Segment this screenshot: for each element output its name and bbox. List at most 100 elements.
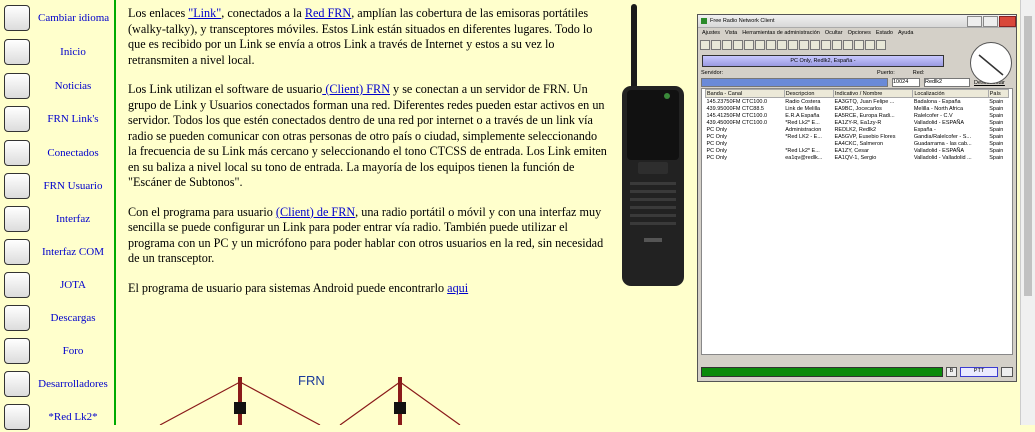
- table-row[interactable]: PC Only EA4CKC, Salmeron Guadarrama - las …: [706, 140, 1009, 147]
- sidebar-item-11[interactable]: Foro: [4, 336, 112, 366]
- table-row[interactable]: 439.45000FM CTC100.0 *Red Lk2* E... EA1ZY-…: [706, 119, 1009, 126]
- table-cell: Spain: [989, 119, 1004, 126]
- sidebar-item-13[interactable]: *Red Lk2*: [4, 402, 112, 432]
- ptt-button[interactable]: PTT: [960, 366, 998, 377]
- table-row[interactable]: PC Only *Red Lk2* E... EA1ZY, Cesar Vallado…: [706, 147, 1009, 154]
- sidebar-item-1[interactable]: Cambiar idioma: [4, 3, 112, 33]
- paragraph-android: El programa de usuario para sistemas And…: [128, 280, 469, 295]
- client-menu-item[interactable]: Ayuda: [898, 30, 914, 36]
- tb-icon-4[interactable]: [733, 40, 743, 50]
- connection-status: PC Only, Redlk2, España -: [790, 58, 856, 64]
- page-scrollbar[interactable]: [1020, 0, 1035, 425]
- table-cell: Valladolid - ESPAÑA: [913, 119, 965, 126]
- table-cell: EA3GTQ, Juan Felipe ...: [834, 98, 895, 105]
- tb-icon-5[interactable]: [744, 40, 754, 50]
- sidebar-item-3[interactable]: Noticias: [4, 71, 112, 101]
- sidebar-item-label: Cambiar idioma: [38, 12, 110, 24]
- port-field[interactable]: 10024: [892, 78, 920, 87]
- table-cell: Spain: [989, 140, 1004, 147]
- table-row[interactable]: 145.23750FM CTC100.0 Radio Costera EA3GTQ,…: [706, 98, 1009, 106]
- table-cell: Spain: [989, 98, 1004, 105]
- android-aqui-link[interactable]: aqui: [447, 281, 468, 295]
- tb-icon-16[interactable]: [865, 40, 875, 50]
- net-select[interactable]: Redlk2: [924, 78, 970, 87]
- users-icon: [4, 173, 30, 199]
- table-cell: *Red Lk2* E...: [785, 119, 820, 126]
- tb-icon-3[interactable]: [722, 40, 732, 50]
- server-row: Servidor: Puerto: Red:: [698, 69, 1016, 77]
- table-cell: EA4CKC, Salmeron: [834, 140, 884, 147]
- sidebar-item-7[interactable]: Interfaz: [4, 204, 112, 234]
- tb-close-x-icon[interactable]: [876, 40, 886, 50]
- tb-icon-12[interactable]: [821, 40, 831, 50]
- sidebar-item-5[interactable]: Conectados: [4, 138, 112, 168]
- tb-icon-15[interactable]: [854, 40, 864, 50]
- sidebar-item-12[interactable]: Desarrolladores: [4, 369, 112, 399]
- close-icon[interactable]: [999, 15, 1016, 27]
- tb-icon-11[interactable]: [810, 40, 820, 50]
- sidebar-item-label: FRN Link's: [47, 113, 99, 125]
- tb-icon-13[interactable]: [832, 40, 842, 50]
- table-row[interactable]: 439.95000FM CTC88.5 Link de Melilla EA9BC,…: [706, 105, 1009, 112]
- diagram-frn-label: FRN: [298, 373, 325, 388]
- house-left: [159, 377, 321, 425]
- table-cell: *Red Lk2* E...: [785, 147, 820, 154]
- sidebar-item-2[interactable]: Inicio: [4, 37, 112, 67]
- sidebar-item-8[interactable]: Interfaz COM: [4, 237, 112, 267]
- sidebar-item-9[interactable]: JOTA: [4, 270, 112, 300]
- column-header[interactable]: Localización: [912, 89, 989, 98]
- tb-icon-1[interactable]: [700, 40, 710, 50]
- table-cell: EA5RCE, Europa Radi...: [834, 112, 895, 119]
- port-label: Puerto:: [877, 70, 895, 76]
- client-menu-item[interactable]: Herramientas de administración: [742, 30, 820, 36]
- client-menu-item[interactable]: Estado: [876, 30, 893, 36]
- table-row[interactable]: 145.41250FM CTC100.0 E.R.A España EA5RCE, …: [706, 112, 1009, 119]
- client-menu-item[interactable]: Ocultar: [825, 30, 843, 36]
- table-cell: Valladolid - Valladolid ...: [913, 154, 972, 161]
- link-link[interactable]: "Link": [188, 6, 221, 20]
- client-menubar: Ajustes Vista Herramientas de administraci…: [698, 28, 1016, 37]
- column-header[interactable]: Indicativo / Nombre: [832, 89, 914, 98]
- tb-icon-7[interactable]: [766, 40, 776, 50]
- client-de-frn-link[interactable]: (Client) de FRN: [276, 205, 355, 219]
- client-menu-item[interactable]: Opciones: [848, 30, 871, 36]
- table-cell: EA1ZY, Cesar: [834, 147, 869, 154]
- sidebar-item-4[interactable]: FRN Link's: [4, 104, 112, 134]
- client-menu-item[interactable]: Ajustes: [702, 30, 720, 36]
- b-button[interactable]: B: [946, 366, 957, 377]
- red-frn-link[interactable]: Red FRN: [305, 6, 351, 20]
- table-cell: Spain: [989, 126, 1004, 133]
- sidebar-item-label: Conectados: [47, 147, 99, 159]
- maximize-icon[interactable]: [983, 15, 998, 27]
- sidebar-item-6[interactable]: FRN Usuario: [4, 171, 112, 201]
- table-row[interactable]: PC Only Administracion REDLK2, Redlk2 Españ…: [706, 126, 1009, 133]
- sidebar-item-10[interactable]: Descargas: [4, 303, 112, 333]
- tb-icon-14[interactable]: [843, 40, 853, 50]
- table-cell: Ralelcofer - C.V: [913, 112, 953, 119]
- tb-icon-8[interactable]: [777, 40, 787, 50]
- column-header[interactable]: País: [987, 89, 1010, 98]
- column-header[interactable]: Descripcion: [783, 89, 834, 98]
- sidebar-item-label: Interfaz: [55, 213, 91, 225]
- client-frn-link[interactable]: (Client) FRN: [322, 82, 390, 96]
- sidebar-item-label: Foro: [62, 345, 84, 357]
- tb-icon-6[interactable]: [755, 40, 765, 50]
- tb-icon-2[interactable]: [711, 40, 721, 50]
- table-cell: EA1ZY-R, Ea1zy-R: [834, 119, 882, 126]
- table-cell: ea1qv@redlk...: [785, 154, 823, 161]
- table-row[interactable]: PC Only *Red LK2 - E... EA5GVP, Eusebio Fl…: [706, 133, 1009, 140]
- client-menu-item[interactable]: Vista: [725, 30, 737, 36]
- column-header[interactable]: Banda - Canal: [705, 89, 785, 98]
- sidebar-item-label: Interfaz COM: [41, 246, 104, 258]
- volume-dial-icon[interactable]: [970, 42, 1012, 84]
- microphone-icon[interactable]: [1001, 366, 1013, 377]
- table-cell: Radio Costera: [785, 98, 821, 105]
- paragraph-program: Con el programa para usuario (Client) de…: [128, 204, 604, 266]
- minimize-icon[interactable]: [967, 15, 982, 27]
- server-select[interactable]: [701, 78, 888, 87]
- table-row[interactable]: PC Only ea1qv@redlk... EA1QV-1, Sergio Vall…: [706, 154, 1009, 161]
- scrollbar-thumb[interactable]: [1024, 16, 1032, 296]
- tb-icon-10[interactable]: [799, 40, 809, 50]
- handheld-radio-image: [622, 4, 684, 286]
- tb-icon-9[interactable]: [788, 40, 798, 50]
